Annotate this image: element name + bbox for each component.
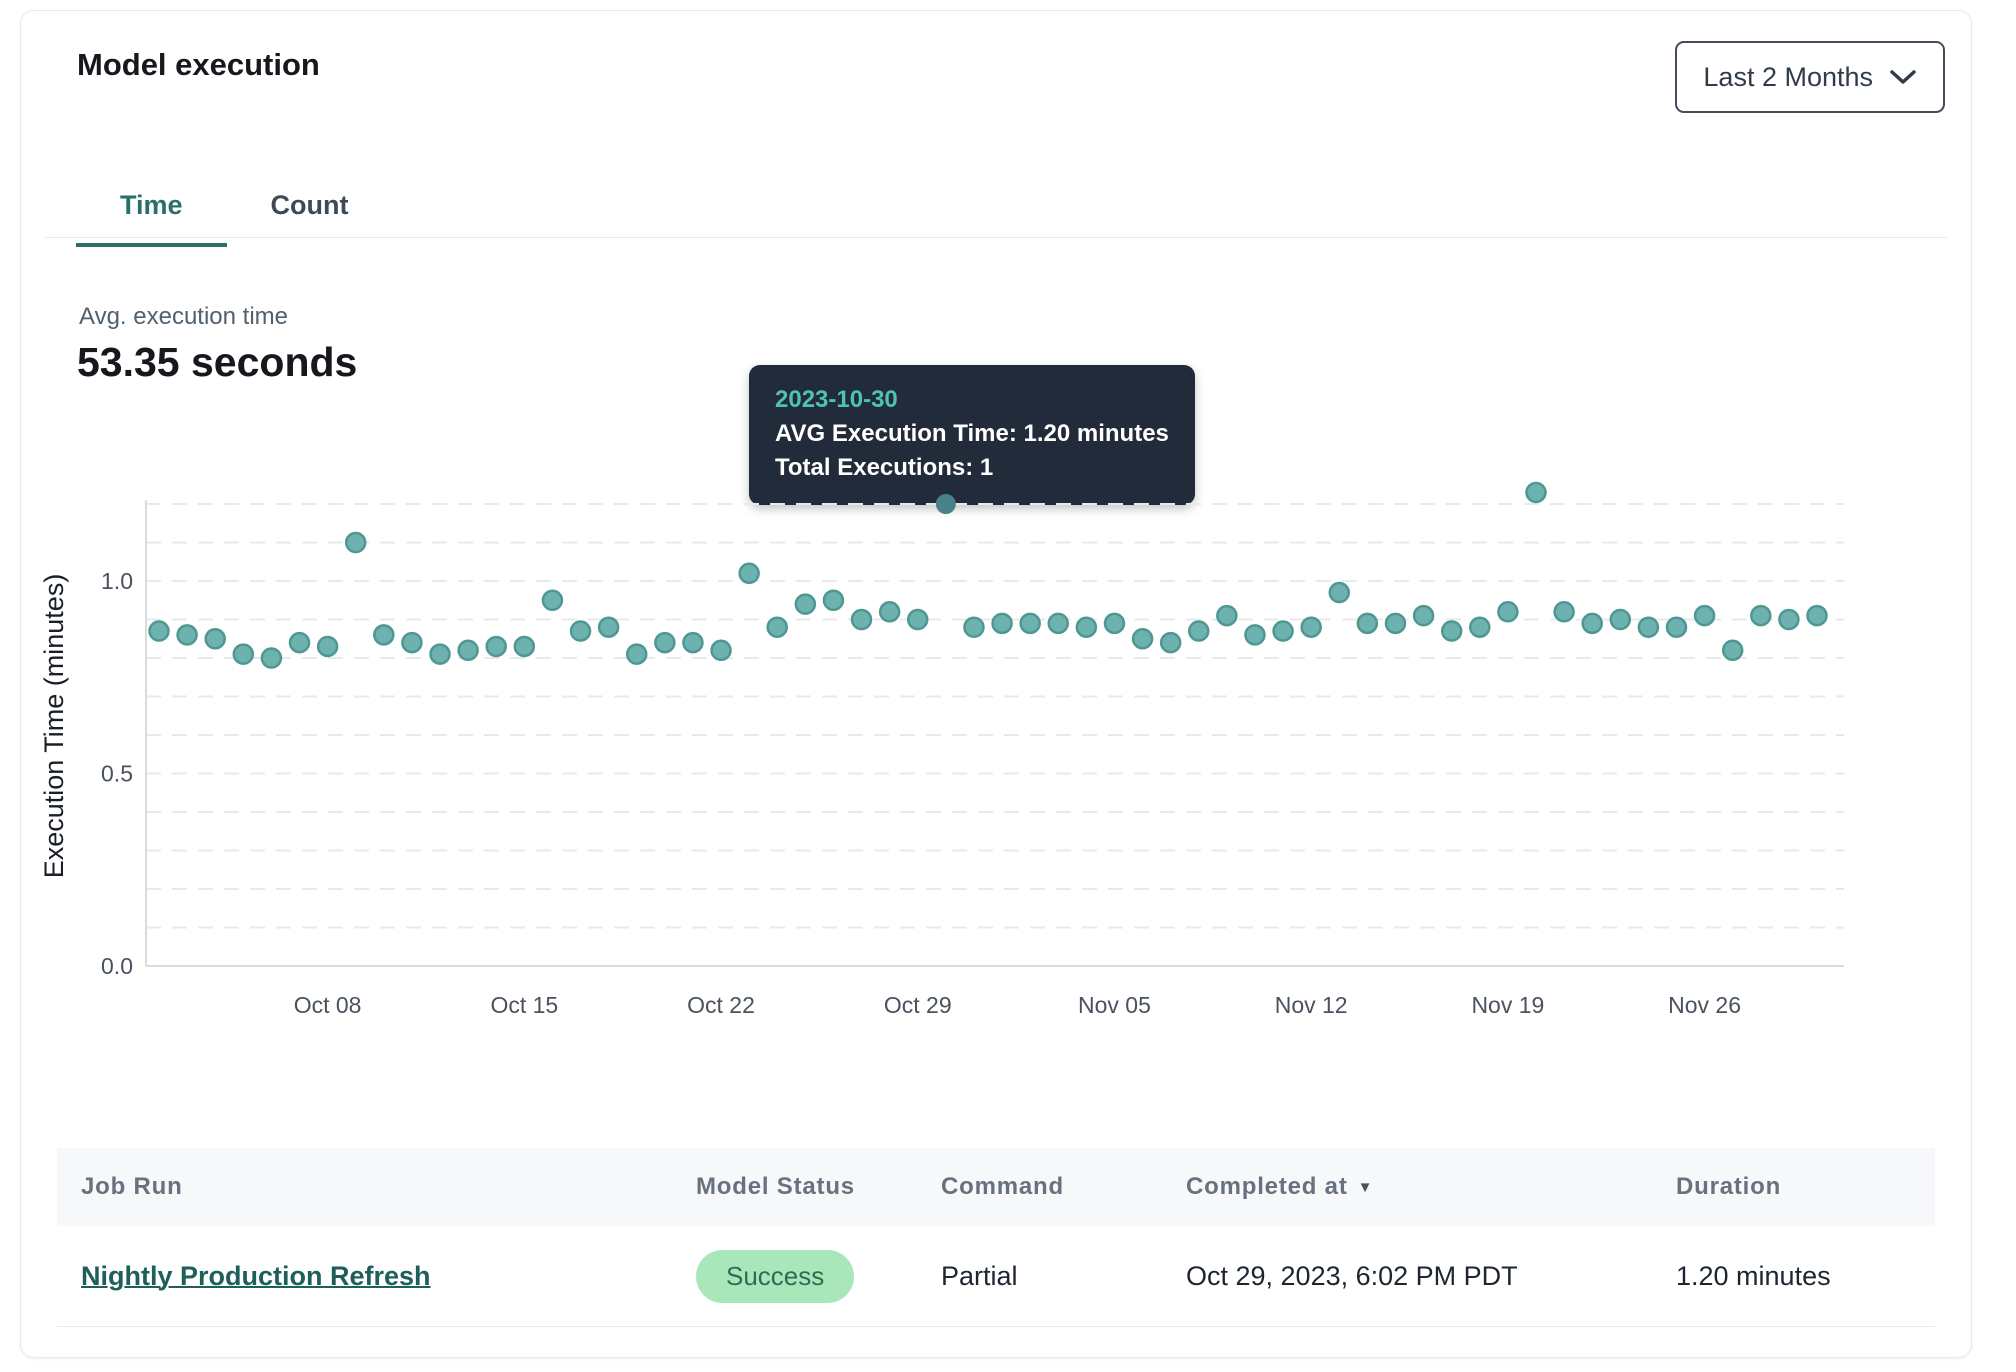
- y-axis-title: Execution Time (minutes): [39, 574, 69, 879]
- data-point[interactable]: [1302, 618, 1321, 637]
- x-tick-label: Nov 12: [1275, 992, 1348, 1018]
- data-point[interactable]: [1695, 606, 1714, 625]
- column-header-command[interactable]: Command: [941, 1173, 1186, 1201]
- data-point[interactable]: [515, 637, 534, 656]
- table-header-row: Job Run Model Status Command Completed a…: [57, 1148, 1935, 1226]
- tooltip-date: 2023-10-30: [775, 383, 1169, 417]
- data-point[interactable]: [1245, 625, 1264, 644]
- y-tick-label: 0.5: [101, 761, 133, 787]
- column-header-duration[interactable]: Duration: [1676, 1173, 1935, 1201]
- data-point[interactable]: [796, 595, 815, 614]
- data-point[interactable]: [1021, 614, 1040, 633]
- status-badge: Success: [696, 1250, 854, 1303]
- column-header-job-run[interactable]: Job Run: [81, 1173, 696, 1201]
- data-point-highlighted[interactable]: [936, 494, 956, 514]
- data-point[interactable]: [1189, 622, 1208, 641]
- data-point[interactable]: [1808, 606, 1827, 625]
- command-cell: Partial: [941, 1261, 1186, 1292]
- tooltip-avg-execution-time: AVG Execution Time: 1.20 minutes: [775, 417, 1169, 451]
- data-point[interactable]: [1751, 606, 1770, 625]
- data-point[interactable]: [543, 591, 562, 610]
- data-point[interactable]: [1105, 614, 1124, 633]
- data-point[interactable]: [1639, 618, 1658, 637]
- avg-execution-time-value: 53.35 seconds: [77, 339, 357, 386]
- data-point[interactable]: [206, 629, 225, 648]
- data-point[interactable]: [487, 637, 506, 656]
- completed-at-cell: Oct 29, 2023, 6:02 PM PDT: [1186, 1261, 1676, 1292]
- data-point[interactable]: [599, 618, 618, 637]
- execution-scatter-chart: 0.0 0.5 1.0 Oct 08 Oct 15 Oct 22 Oct 29 Nov 05 N…: [21, 461, 1973, 1051]
- data-point[interactable]: [1217, 606, 1236, 625]
- data-point[interactable]: [1161, 633, 1180, 652]
- data-point[interactable]: [655, 633, 674, 652]
- data-point[interactable]: [683, 633, 702, 652]
- x-tick-label: Nov 26: [1668, 992, 1741, 1018]
- data-point[interactable]: [1526, 483, 1545, 502]
- chevron-down-icon: [1889, 68, 1917, 86]
- sort-desc-icon: ▼: [1358, 1179, 1374, 1196]
- date-range-label: Last 2 Months: [1703, 62, 1873, 93]
- data-point[interactable]: [346, 533, 365, 552]
- date-range-selector[interactable]: Last 2 Months: [1675, 41, 1945, 113]
- data-point[interactable]: [1330, 583, 1349, 602]
- column-header-completed-at[interactable]: Completed at▼: [1186, 1173, 1676, 1201]
- data-point[interactable]: [627, 645, 646, 664]
- x-tick-label: Nov 19: [1471, 992, 1544, 1018]
- data-point[interactable]: [234, 645, 253, 664]
- data-point[interactable]: [1077, 618, 1096, 637]
- data-point[interactable]: [824, 591, 843, 610]
- data-point[interactable]: [1779, 610, 1798, 629]
- avg-execution-time-label: Avg. execution time: [79, 303, 288, 331]
- data-point[interactable]: [880, 602, 899, 621]
- data-point[interactable]: [150, 622, 169, 641]
- tabs-divider: [45, 237, 1947, 238]
- data-point[interactable]: [1442, 622, 1461, 641]
- data-point[interactable]: [1470, 618, 1489, 637]
- data-point[interactable]: [712, 641, 731, 660]
- data-point[interactable]: [768, 618, 787, 637]
- data-point[interactable]: [1386, 614, 1405, 633]
- data-point[interactable]: [1583, 614, 1602, 633]
- data-point[interactable]: [571, 622, 590, 641]
- page-title: Model execution: [77, 47, 320, 83]
- data-point[interactable]: [459, 641, 478, 660]
- x-tick-label: Oct 15: [490, 992, 558, 1018]
- data-point[interactable]: [178, 625, 197, 644]
- data-point[interactable]: [1667, 618, 1686, 637]
- data-point[interactable]: [262, 649, 281, 668]
- x-tick-label: Nov 05: [1078, 992, 1151, 1018]
- data-point[interactable]: [964, 618, 983, 637]
- data-point[interactable]: [1611, 610, 1630, 629]
- data-point[interactable]: [908, 610, 927, 629]
- y-tick-label: 0.0: [101, 953, 133, 979]
- data-point[interactable]: [1274, 622, 1293, 641]
- data-point[interactable]: [852, 610, 871, 629]
- data-point[interactable]: [1358, 614, 1377, 633]
- data-point[interactable]: [431, 645, 450, 664]
- x-tick-label: Oct 29: [884, 992, 952, 1018]
- job-runs-table: Job Run Model Status Command Completed a…: [57, 1148, 1935, 1327]
- model-execution-card: Model execution Last 2 Months Time Count…: [20, 10, 1972, 1358]
- x-tick-label: Oct 22: [687, 992, 755, 1018]
- data-point[interactable]: [1049, 614, 1068, 633]
- data-point[interactable]: [993, 614, 1012, 633]
- job-run-link[interactable]: Nightly Production Refresh: [81, 1261, 431, 1291]
- data-point[interactable]: [1133, 629, 1152, 648]
- data-point[interactable]: [740, 564, 759, 583]
- x-tick-label: Oct 08: [294, 992, 362, 1018]
- data-point[interactable]: [1555, 602, 1574, 621]
- data-point[interactable]: [290, 633, 309, 652]
- table-row: Nightly Production Refresh Success Parti…: [57, 1226, 1935, 1327]
- y-tick-label: 1.0: [101, 568, 133, 594]
- data-point[interactable]: [318, 637, 337, 656]
- column-header-model-status[interactable]: Model Status: [696, 1173, 941, 1201]
- data-point[interactable]: [402, 633, 421, 652]
- data-point[interactable]: [1414, 606, 1433, 625]
- duration-cell: 1.20 minutes: [1676, 1261, 1935, 1292]
- data-point[interactable]: [1723, 641, 1742, 660]
- data-point[interactable]: [374, 625, 393, 644]
- data-point[interactable]: [1498, 602, 1517, 621]
